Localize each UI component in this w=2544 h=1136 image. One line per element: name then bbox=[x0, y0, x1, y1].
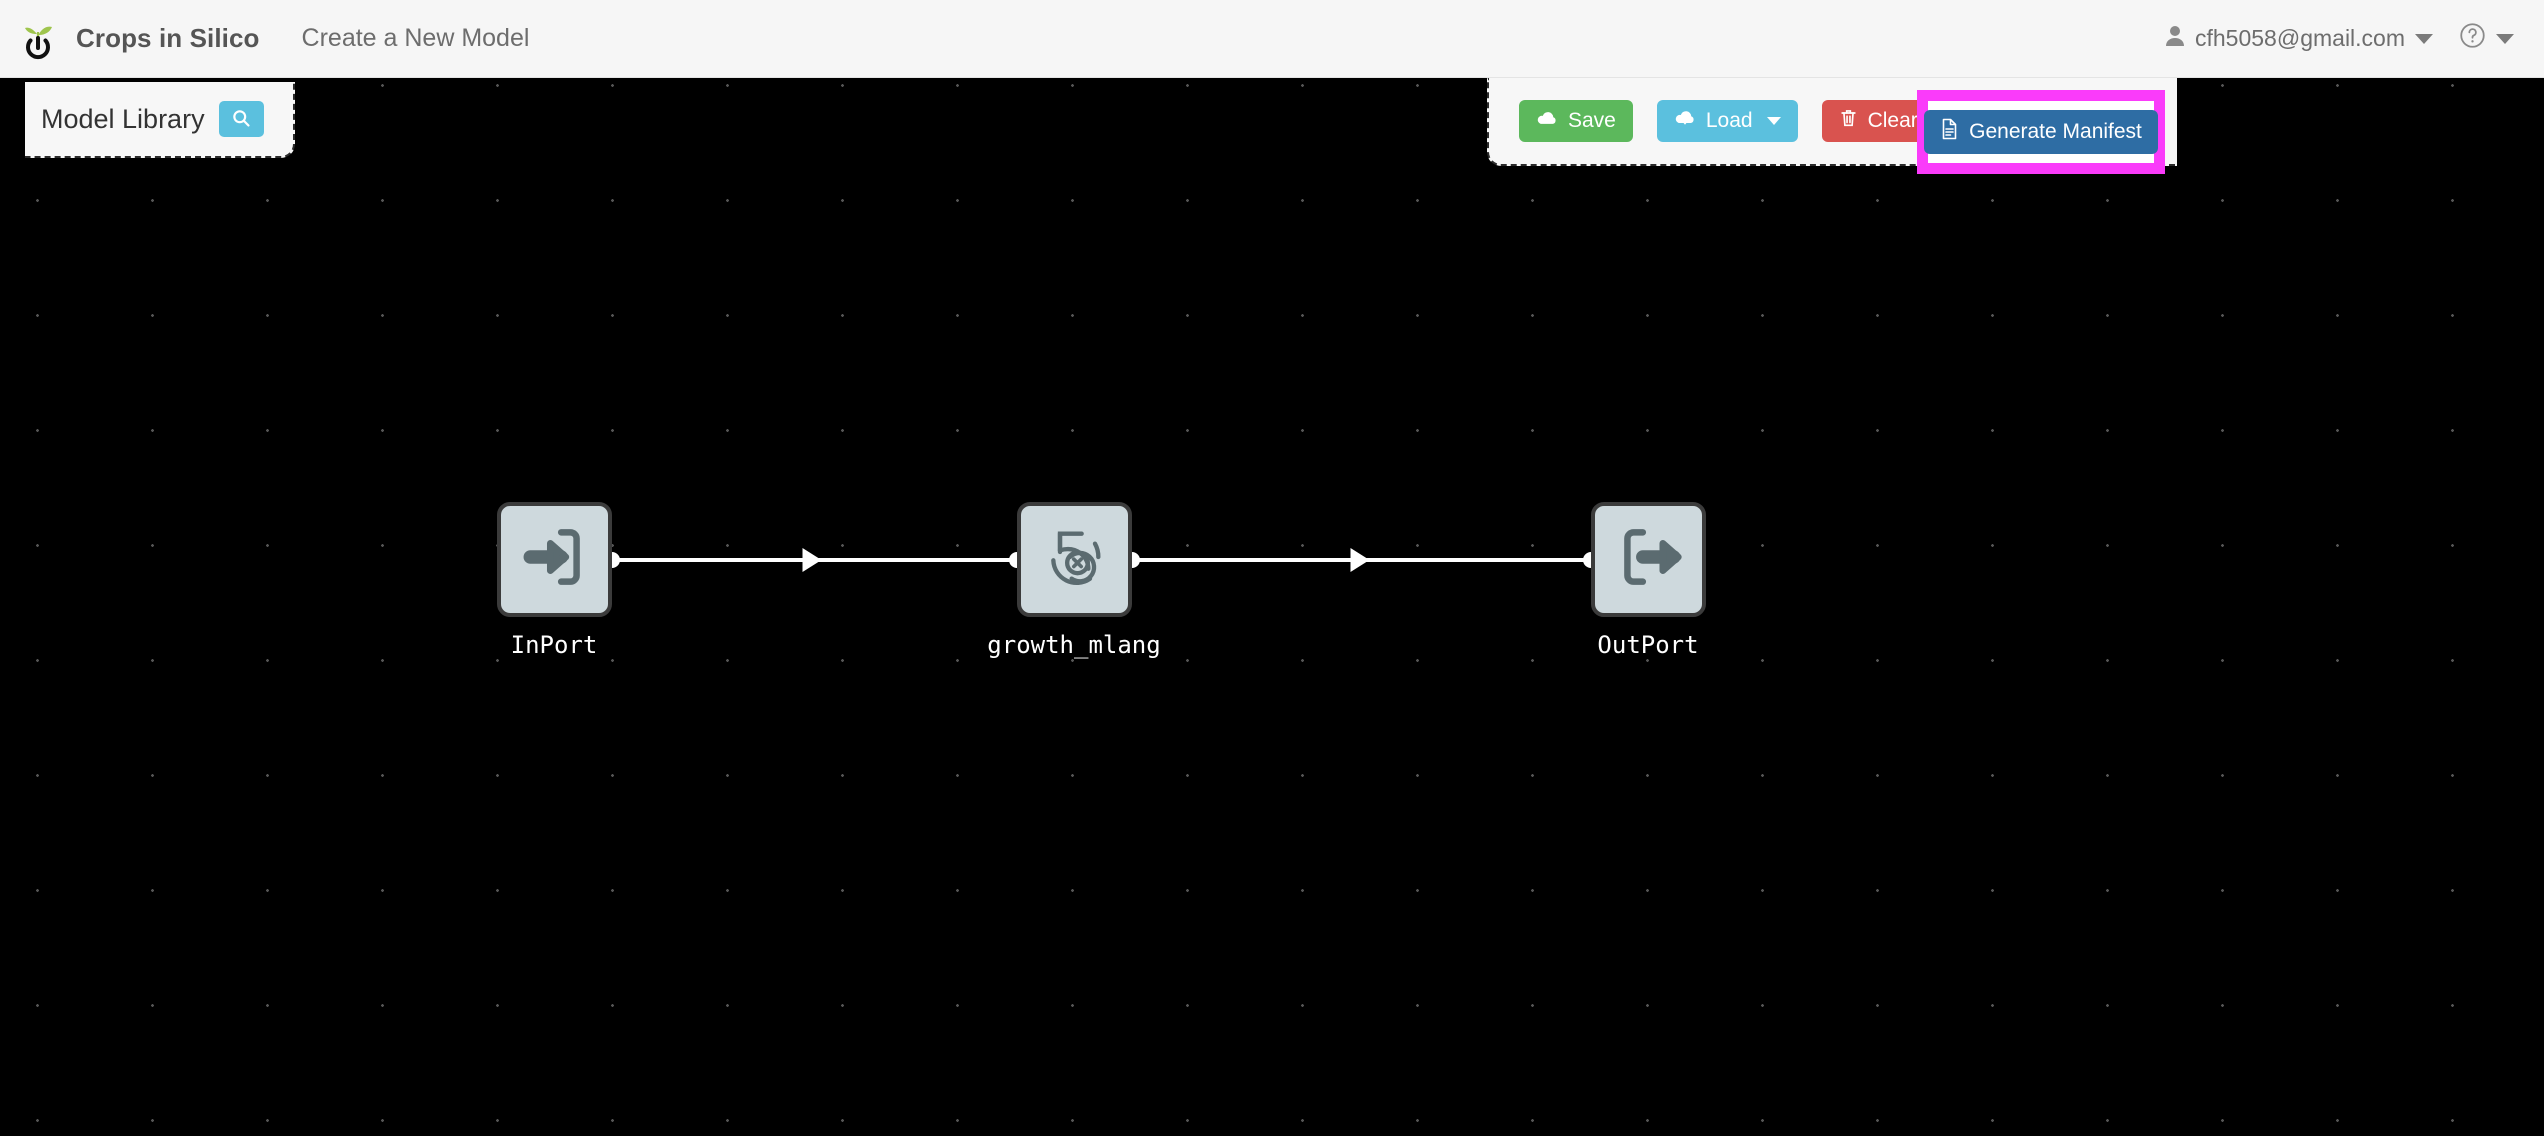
search-icon bbox=[231, 108, 251, 131]
user-menu[interactable]: cfh5058@gmail.com bbox=[2165, 25, 2433, 53]
node-growth-mlang[interactable] bbox=[1017, 502, 1132, 617]
sign-out-arrow-icon bbox=[1612, 520, 1686, 599]
chevron-down-icon bbox=[1766, 117, 1781, 125]
sprout-power-logo-icon[interactable] bbox=[14, 15, 62, 63]
link-arrow-icon bbox=[1350, 548, 1370, 572]
node-label-inport: InPort bbox=[510, 631, 598, 659]
user-email: cfh5058@gmail.com bbox=[2195, 25, 2405, 51]
save-button[interactable]: Save bbox=[1519, 100, 1633, 142]
app-root: InPort growth_mlang OutPort Crops in Sil… bbox=[0, 0, 2544, 1136]
node-inport[interactable] bbox=[497, 502, 612, 617]
clear-button-label: Clear bbox=[1867, 109, 1918, 132]
top-header: Crops in Silico Create a New Model cfh50… bbox=[0, 0, 2544, 78]
load-button-label: Load bbox=[1705, 109, 1753, 132]
node-label-growth-mlang: growth_mlang bbox=[987, 631, 1161, 659]
chevron-down-icon bbox=[2496, 33, 2514, 44]
trash-icon bbox=[1839, 108, 1858, 134]
node-label-outport: OutPort bbox=[1597, 631, 1699, 659]
load-button[interactable]: Load bbox=[1656, 100, 1798, 142]
generate-manifest-highlight: Generate Manifest bbox=[1917, 90, 2165, 174]
link-arrow-icon bbox=[802, 548, 822, 572]
chevron-down-icon bbox=[2415, 33, 2433, 44]
five-swirl-logo-icon bbox=[1035, 517, 1115, 602]
graph-layer: InPort growth_mlang OutPort bbox=[0, 78, 2544, 1136]
model-library-title: Model Library bbox=[41, 103, 205, 134]
page-title: Create a New Model bbox=[301, 24, 530, 52]
node-outport[interactable] bbox=[1591, 502, 1706, 617]
question-circle-icon bbox=[2459, 22, 2486, 55]
generate-manifest-button[interactable]: Generate Manifest bbox=[1924, 110, 2158, 154]
model-canvas[interactable]: InPort growth_mlang OutPort bbox=[0, 78, 2544, 1136]
brand-title[interactable]: Crops in Silico bbox=[76, 23, 260, 54]
model-library-search-button[interactable] bbox=[218, 101, 264, 137]
model-library-panel: Model Library bbox=[25, 82, 295, 158]
help-menu[interactable] bbox=[2459, 22, 2514, 55]
document-icon bbox=[1940, 118, 1959, 146]
header-right-group: cfh5058@gmail.com bbox=[2165, 22, 2514, 55]
user-icon bbox=[2165, 25, 2185, 53]
save-button-label: Save bbox=[1568, 109, 1616, 132]
cloud-download-icon bbox=[1674, 109, 1696, 133]
generate-manifest-label: Generate Manifest bbox=[1969, 120, 2142, 143]
sign-in-arrow-icon bbox=[518, 520, 592, 599]
cloud-upload-icon bbox=[1536, 109, 1558, 133]
